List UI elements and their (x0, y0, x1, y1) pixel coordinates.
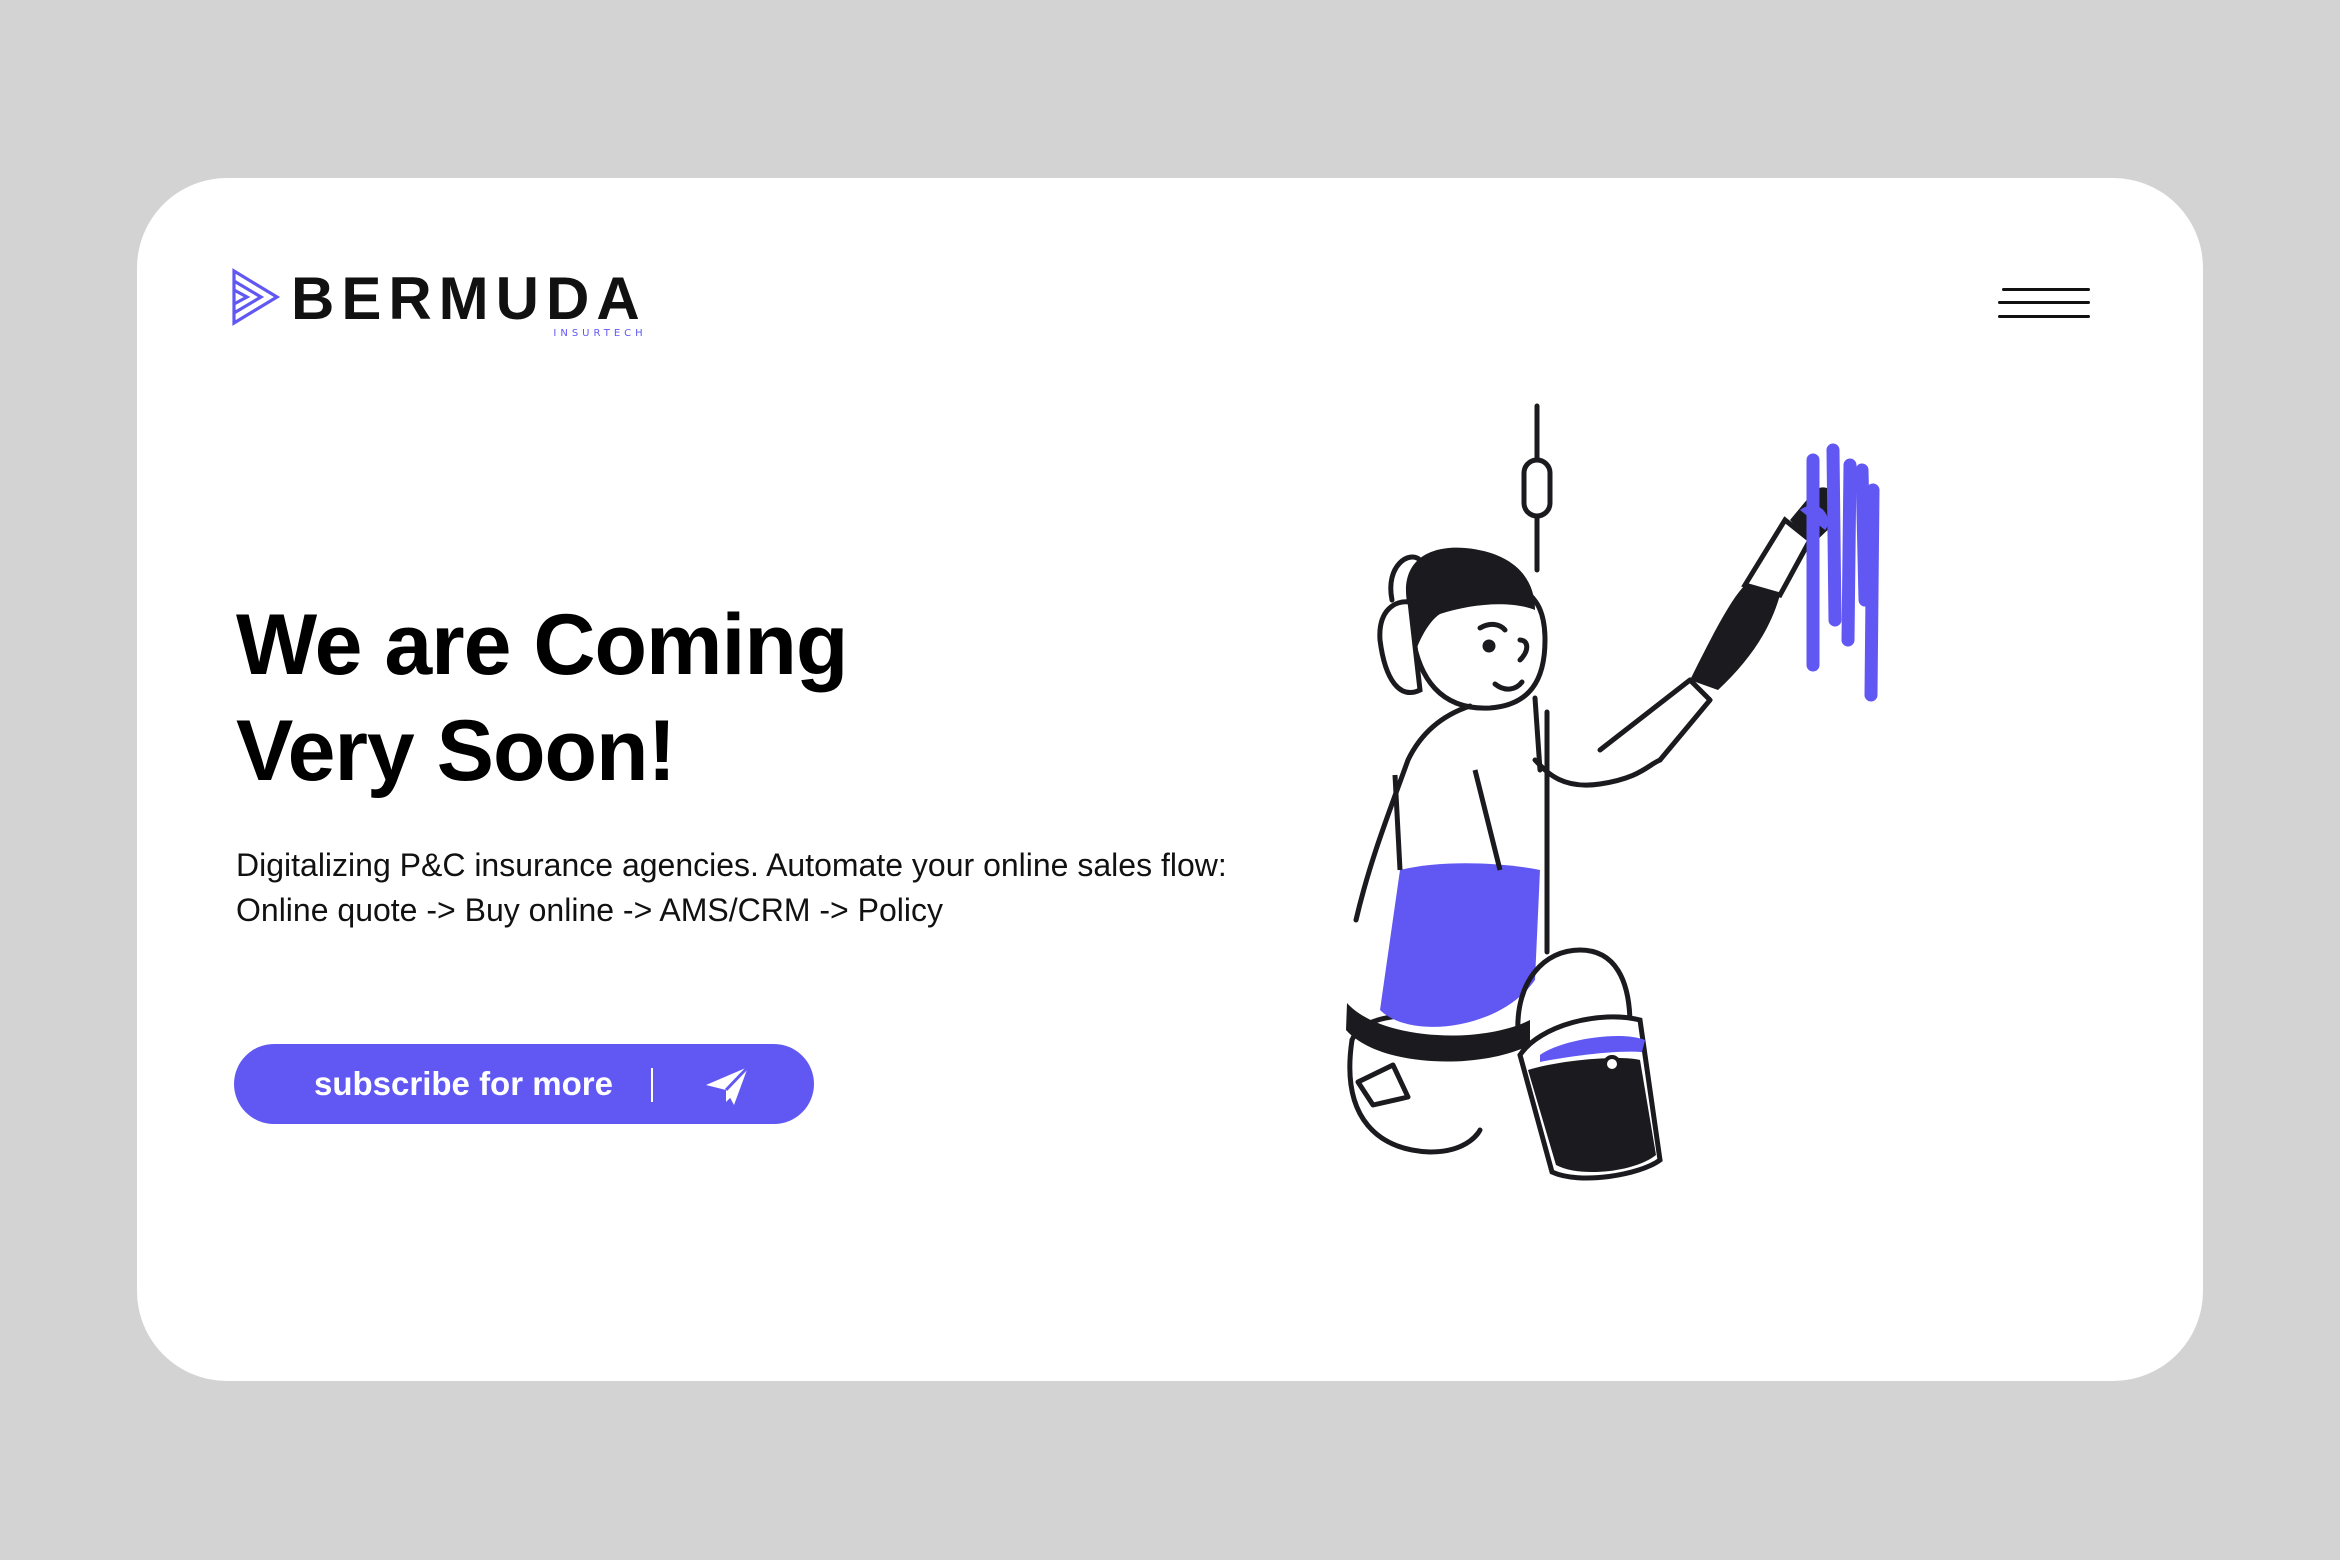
subscribe-button[interactable]: subscribe for more (234, 1044, 814, 1124)
subscribe-button-label: subscribe for more (314, 1065, 613, 1102)
hamburger-menu-icon[interactable] (1998, 286, 2090, 326)
brand-logo[interactable]: BERMUDA INSURTECH (231, 265, 647, 339)
page-description: Digitalizing P&C insurance agencies. Aut… (236, 843, 1336, 933)
logo-chevron-icon (232, 268, 281, 326)
menu-line (1998, 301, 2090, 304)
brand-name: BERMUDA (291, 265, 647, 332)
headline-line-2: Very Soon! (236, 703, 676, 799)
painter-illustration (1346, 403, 1880, 1181)
brand-tagline: INSURTECH (553, 328, 647, 339)
menu-line (1998, 315, 2090, 318)
headline-line-1: We are Coming (236, 597, 848, 693)
description-line-2: Online quote -> Buy online -> AMS/CRM ->… (236, 892, 943, 928)
paper-plane-send-icon (706, 1065, 750, 1105)
button-divider (651, 1068, 653, 1102)
page-headline: We are Coming Very Soon! (236, 592, 1136, 804)
description-line-1: Digitalizing P&C insurance agencies. Aut… (236, 847, 1227, 883)
menu-line (2002, 288, 2090, 291)
